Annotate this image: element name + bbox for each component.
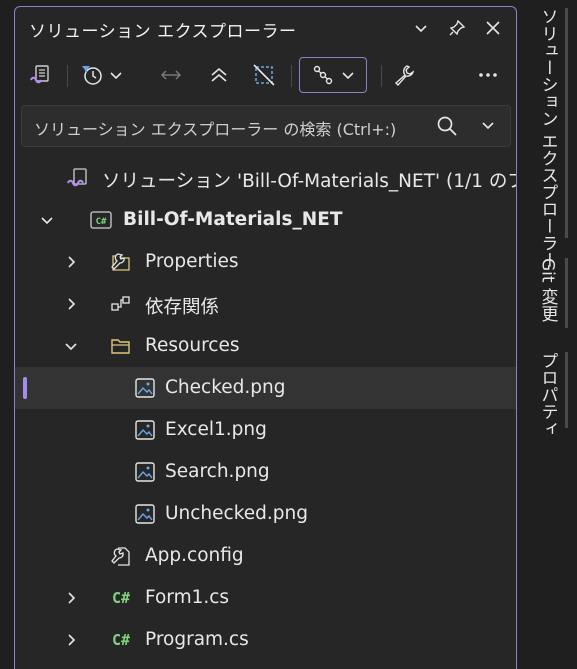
properties-wrench-icon — [109, 250, 133, 274]
solution-explorer-panel: ソリューション エクスプローラー ソリューション エクスプローラー の検索 (C… — [14, 6, 517, 669]
git-branch-icon — [313, 65, 333, 85]
svg-text:C#: C# — [96, 217, 107, 227]
chevron-right-icon[interactable] — [63, 632, 79, 648]
tree-item-appconfig[interactable]: App.config — [15, 535, 516, 577]
sync-active-document-icon[interactable] — [157, 59, 185, 91]
tree-item-file[interactable]: Search.png — [15, 451, 516, 493]
tab-active-indicator — [565, 8, 568, 238]
config-file-icon — [109, 544, 133, 568]
close-icon[interactable] — [480, 15, 506, 41]
tab-divider — [565, 258, 568, 328]
more-options-icon[interactable] — [473, 59, 503, 91]
switch-views-icon[interactable] — [25, 59, 55, 91]
chevron-down-icon[interactable] — [408, 15, 434, 41]
tree-item-file[interactable]: Unchecked.png — [15, 493, 516, 535]
tree-item-form1[interactable]: C# Form1.cs — [15, 577, 516, 619]
chevron-down-icon[interactable] — [39, 212, 55, 228]
tree-item-label: Properties — [145, 251, 239, 272]
git-branch-button[interactable] — [299, 57, 367, 93]
image-file-icon — [133, 376, 157, 400]
tab-solution-explorer[interactable]: ソリューション エクスプローラー — [528, 8, 568, 268]
tree-item-label: Form1.cs — [145, 587, 230, 608]
chevron-down-icon[interactable] — [480, 117, 496, 137]
wrench-icon[interactable] — [389, 59, 419, 91]
toolbar — [15, 55, 516, 95]
tree-item-dependencies[interactable]: 依存関係 — [15, 283, 516, 325]
tree-item-label: Resources — [145, 335, 240, 356]
pin-icon[interactable] — [444, 15, 470, 41]
chevron-right-icon[interactable] — [63, 590, 79, 606]
tab-properties[interactable]: プロパティ — [528, 352, 568, 437]
panel-title: ソリューション エクスプローラー — [29, 22, 297, 42]
tree-item-solution[interactable]: ソリューション 'Bill-Of-Materials_NET' (1/1 のプロ — [15, 157, 516, 199]
tree-item-program[interactable]: C# Program.cs — [15, 619, 516, 661]
tree-item-label: Bill-Of-Materials_NET — [123, 209, 343, 230]
tree-item-resources[interactable]: Resources — [15, 325, 516, 367]
tree-item-label: ソリューション 'Bill-Of-Materials_NET' (1/1 のプロ — [102, 171, 517, 192]
chevron-down-icon[interactable] — [107, 59, 125, 91]
tree-item-label: Excel1.png — [165, 419, 267, 440]
chevron-down-icon — [342, 72, 354, 80]
image-file-icon — [133, 460, 157, 484]
search-placeholder: ソリューション エクスプローラー の検索 (Ctrl+:) — [34, 120, 397, 139]
panel-titlebar: ソリューション エクスプローラー — [15, 7, 516, 47]
chevron-right-icon[interactable] — [63, 254, 79, 270]
tree-item-file[interactable]: Checked.png — [15, 367, 516, 409]
tree-item-label: App.config — [145, 545, 244, 566]
search-input[interactable]: ソリューション エクスプローラー の検索 (Ctrl+:) — [21, 105, 511, 147]
csharp-file-icon: C# — [111, 631, 131, 649]
chevron-right-icon[interactable] — [63, 296, 79, 312]
tree-item-properties[interactable]: Properties — [15, 241, 516, 283]
show-all-files-icon[interactable] — [249, 59, 279, 91]
image-file-icon — [133, 502, 157, 526]
tree-item-file[interactable]: Excel1.png — [15, 409, 516, 451]
pending-changes-filter-icon[interactable] — [79, 59, 105, 91]
tab-divider — [565, 352, 568, 428]
tree-item-label: Checked.png — [165, 377, 286, 398]
dependencies-icon — [109, 292, 133, 316]
csharp-file-icon: C# — [111, 589, 131, 607]
tab-git-changes[interactable]: Git 変更 — [528, 258, 568, 332]
tree-item-label: Search.png — [165, 461, 270, 482]
selection-indicator — [23, 377, 27, 399]
tree-item-project[interactable]: C# Bill-Of-Materials_NET — [15, 199, 516, 241]
image-file-icon — [133, 418, 157, 442]
tree-item-label: 依存関係 — [145, 297, 220, 318]
tree-item-label: Unchecked.png — [165, 503, 308, 524]
tree-item-label: Program.cs — [145, 629, 249, 650]
side-tab-strip: ソリューション エクスプローラー Git 変更 プロパティ — [528, 0, 568, 669]
search-icon[interactable] — [436, 115, 458, 141]
chevron-down-icon[interactable] — [63, 338, 79, 354]
collapse-all-icon[interactable] — [205, 59, 233, 91]
csharp-project-icon: C# — [89, 208, 113, 232]
solution-icon — [65, 166, 89, 190]
folder-open-icon — [109, 334, 133, 358]
